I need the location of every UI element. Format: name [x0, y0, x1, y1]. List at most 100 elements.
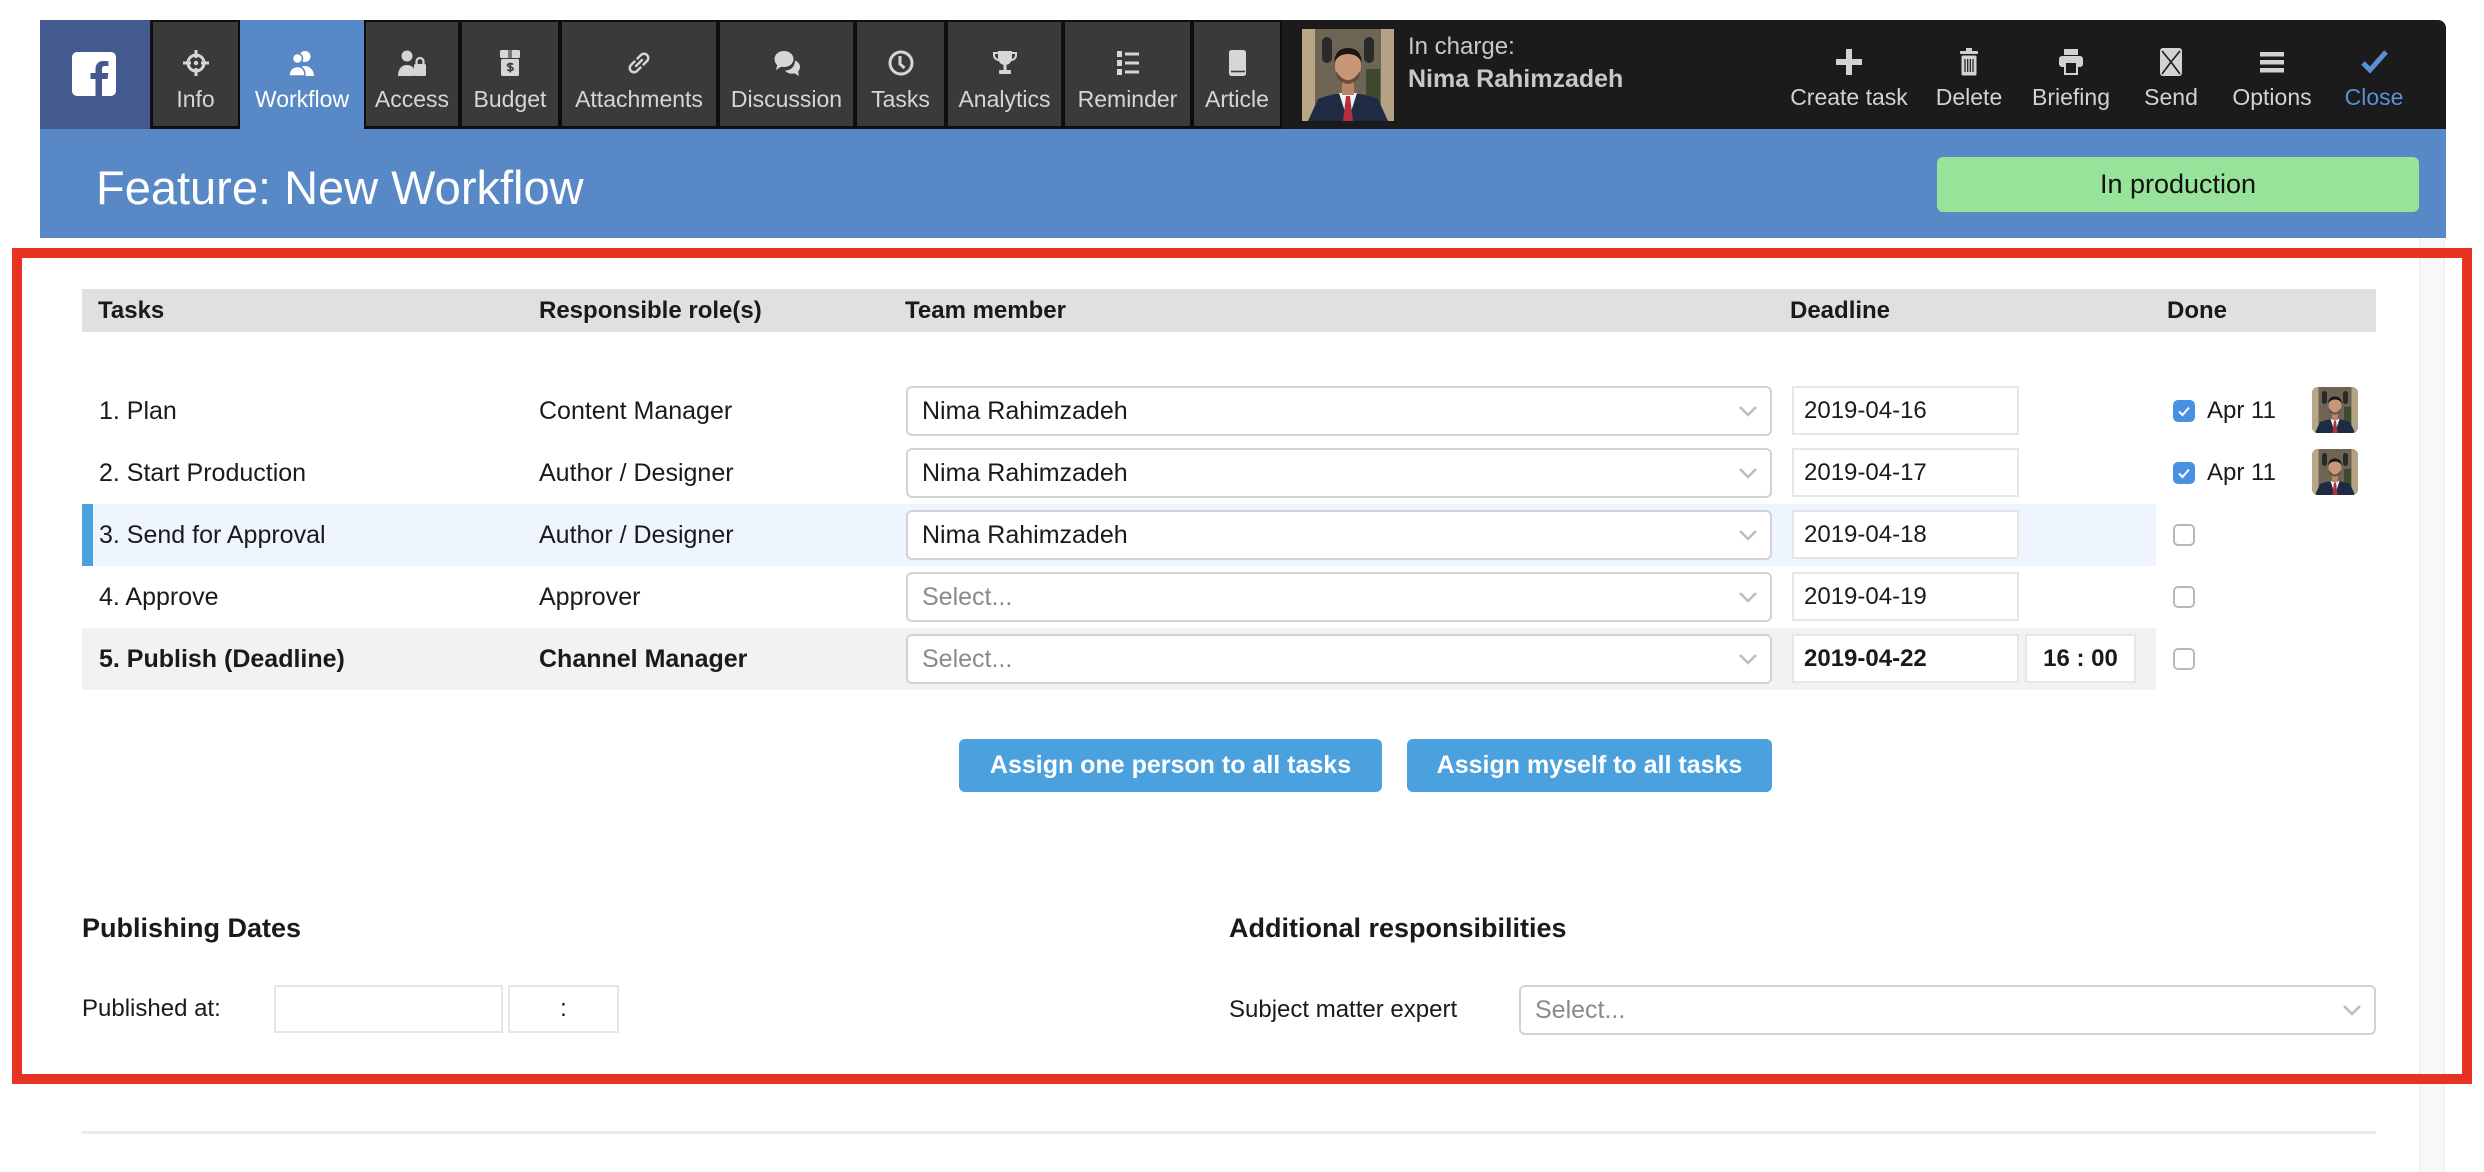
task-name: 1. Plan: [99, 397, 177, 425]
user-lock-icon: [398, 50, 426, 76]
team-member-select[interactable]: [906, 572, 1772, 622]
comments-icon: [774, 51, 800, 76]
create-task-button[interactable]: Create task: [1786, 20, 1912, 129]
done-checkbox[interactable]: [2173, 586, 2195, 608]
deadline-date-input[interactable]: [1792, 510, 2019, 559]
link-icon: [628, 52, 650, 74]
task-name: 5. Publish (Deadline): [99, 645, 345, 673]
done-date: Apr 11: [2207, 459, 2276, 486]
done-checkbox[interactable]: [2173, 524, 2195, 546]
in-charge-avatar[interactable]: [1302, 29, 1394, 121]
assign-myself-button[interactable]: Assign myself to all tasks: [1407, 739, 1772, 792]
task-name: 4. Approve: [99, 583, 219, 611]
done-date: Apr 11: [2207, 397, 2276, 424]
subject-matter-expert-select[interactable]: [1519, 985, 2376, 1035]
tab-label: Workflow: [254, 86, 350, 112]
tab-article[interactable]: Article: [1192, 20, 1282, 129]
table-row: 2. Start Production Author / Designer Ap…: [82, 442, 2376, 504]
tab-label: Info: [176, 86, 215, 112]
check-icon: [2361, 50, 2388, 74]
subject-matter-expert-value[interactable]: [1519, 985, 2376, 1035]
done-checkbox[interactable]: [2173, 462, 2195, 484]
tab-discussion[interactable]: Discussion: [718, 20, 855, 129]
printer-icon: [2059, 49, 2083, 75]
deadline-date-input[interactable]: [1792, 386, 2019, 435]
tab-access[interactable]: Access: [364, 20, 460, 129]
tab-budget[interactable]: Budget: [460, 20, 560, 129]
done-checkbox[interactable]: [2173, 400, 2195, 422]
tab-workflow[interactable]: Workflow: [240, 20, 364, 130]
completed-by-avatar: [2312, 387, 2358, 433]
list-icon: [1116, 51, 1139, 75]
briefing-button[interactable]: Briefing: [2023, 20, 2119, 129]
team-member-value[interactable]: [906, 634, 1772, 684]
column-header-roles: Responsible role(s): [539, 297, 762, 324]
task-role: Author / Designer: [539, 459, 734, 487]
deadline-time-input[interactable]: [2025, 634, 2136, 683]
task-role: Approver: [539, 583, 641, 611]
options-button[interactable]: Options: [2224, 20, 2320, 129]
done-checkbox[interactable]: [2173, 648, 2195, 670]
team-member-select[interactable]: [906, 386, 1772, 436]
task-role: Content Manager: [539, 397, 733, 425]
done-checkbox-wrap: [2173, 586, 2195, 608]
task-role: Author / Designer: [539, 521, 734, 549]
done-checkbox-wrap: [2173, 462, 2195, 484]
team-member-value[interactable]: [906, 572, 1772, 622]
scrollbar-track[interactable]: [2419, 238, 2445, 1172]
close-button[interactable]: Close: [2338, 20, 2410, 129]
column-header-deadline: Deadline: [1790, 297, 1891, 324]
team-member-select[interactable]: [906, 510, 1772, 560]
page-header: Feature: New Workflow In production: [40, 129, 2446, 238]
book-icon: [1229, 50, 1246, 76]
task-name: 3. Send for Approval: [99, 521, 326, 549]
trophy-icon: [992, 51, 1017, 74]
assign-one-person-button[interactable]: Assign one person to all tasks: [959, 739, 1382, 792]
task-name: 2. Start Production: [99, 459, 307, 487]
status-badge[interactable]: In production: [1937, 157, 2419, 212]
table-row: 5. Publish (Deadline) Channel Manager: [82, 628, 2376, 690]
tab-reminder[interactable]: Reminder: [1063, 20, 1192, 129]
subject-matter-expert-label: Subject matter expert: [1229, 996, 1458, 1023]
tab-analytics[interactable]: Analytics: [946, 20, 1063, 129]
tab-label: Budget: [473, 86, 547, 112]
tab-label: Access: [374, 86, 450, 112]
tab-label: Attachments: [575, 86, 703, 112]
table-row: 4. Approve Approver: [82, 566, 2376, 628]
published-date-input[interactable]: [274, 985, 503, 1033]
time-separator: :: [560, 995, 567, 1022]
deadline-date-input[interactable]: [1792, 448, 2019, 497]
tab-attachments[interactable]: Attachments: [560, 20, 718, 129]
team-member-value[interactable]: [906, 386, 1772, 436]
team-member-value[interactable]: [906, 448, 1772, 498]
tab-tasks[interactable]: Tasks: [855, 20, 946, 129]
team-member-select[interactable]: [906, 634, 1772, 684]
deadline-date-input[interactable]: [1792, 572, 2019, 621]
done-checkbox-wrap: [2173, 400, 2195, 422]
envelope-icon: [2160, 48, 2182, 76]
completed-by-avatar: [2312, 449, 2358, 495]
in-charge-name: Nima Rahimzadeh: [1408, 65, 1624, 93]
page-title: Feature: New Workflow: [96, 161, 584, 214]
tab-label: Discussion: [730, 86, 843, 112]
column-header-done: Done: [2167, 297, 2227, 324]
plus-icon: [1836, 49, 1862, 75]
team-member-select[interactable]: [906, 448, 1772, 498]
top-toolbar: Info Workflow Access Budget Attachments …: [40, 20, 2446, 130]
published-at-label: Published at:: [82, 995, 221, 1022]
section-divider: [82, 1131, 2376, 1134]
deadline-date-input[interactable]: [1792, 634, 2019, 683]
team-member-value[interactable]: [906, 510, 1772, 560]
done-checkbox-wrap: [2173, 524, 2195, 546]
menu-icon: [2260, 52, 2284, 73]
delete-button[interactable]: Delete: [1927, 20, 2011, 129]
facebook-icon: [72, 52, 116, 96]
brand-block[interactable]: [40, 20, 150, 129]
clock-icon: [888, 50, 913, 76]
tab-label: Tasks: [871, 86, 930, 112]
send-button[interactable]: Send: [2135, 20, 2207, 129]
tab-label: Article: [1205, 86, 1269, 112]
tab-label: Analytics: [958, 86, 1051, 112]
published-time-input[interactable]: :: [508, 985, 619, 1033]
tab-info[interactable]: Info: [151, 20, 240, 129]
